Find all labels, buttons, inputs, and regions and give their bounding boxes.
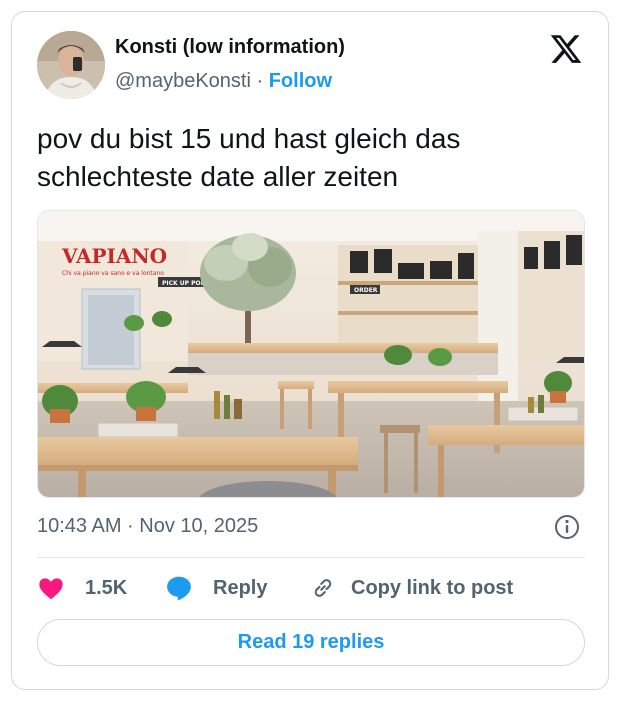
tweet-text: pov du bist 15 und hast gleich das schle… [37,120,577,196]
copy-link-button[interactable]: Copy link to post [309,572,513,604]
follow-button[interactable]: Follow [269,70,332,92]
heart-icon [39,578,63,600]
like-count: 1.5K [85,576,128,599]
reply-button[interactable]: Reply [164,572,267,604]
x-logo-icon[interactable] [549,32,583,66]
tweet-text-line-2: schlechteste date aller zeiten [37,161,399,192]
restaurant-photo: VAPIANO Chi va piano va sano e va lontan… [38,211,584,497]
reply-bubble-icon [167,576,191,601]
author-handle[interactable]: @maybeKonsti [115,70,251,92]
tweet-photo[interactable]: VAPIANO Chi va piano va sano e va lontan… [37,210,585,498]
tweet-card: Konsti (low information) @maybeKonsti · … [11,11,609,690]
divider [37,557,585,558]
vapiano-sign: VAPIANO [61,244,167,268]
separator-dot: · [256,70,264,92]
link-icon [314,579,332,597]
vapiano-tagline: Chi va piano va sano e va lontano [62,270,164,277]
reply-label: Reply [213,576,268,599]
tweet-text-line-1: pov du bist 15 und hast gleich das [37,123,461,154]
read-replies-button[interactable]: Read 19 replies [37,619,585,666]
action-bar: 1.5K Reply Copy link to post [37,572,585,604]
tweet-timestamp[interactable]: 10:43 AM · Nov 10, 2025 [37,515,258,538]
author-name[interactable]: Konsti (low information) [115,36,345,59]
like-button[interactable]: 1.5K [37,572,127,604]
author-handle-row: @maybeKonsti · Follow [115,70,332,93]
avatar-image [37,31,105,99]
info-icon[interactable] [554,514,580,540]
order-sign: ORDER [354,287,378,294]
copy-link-label: Copy link to post [351,576,514,599]
avatar[interactable] [37,31,105,99]
